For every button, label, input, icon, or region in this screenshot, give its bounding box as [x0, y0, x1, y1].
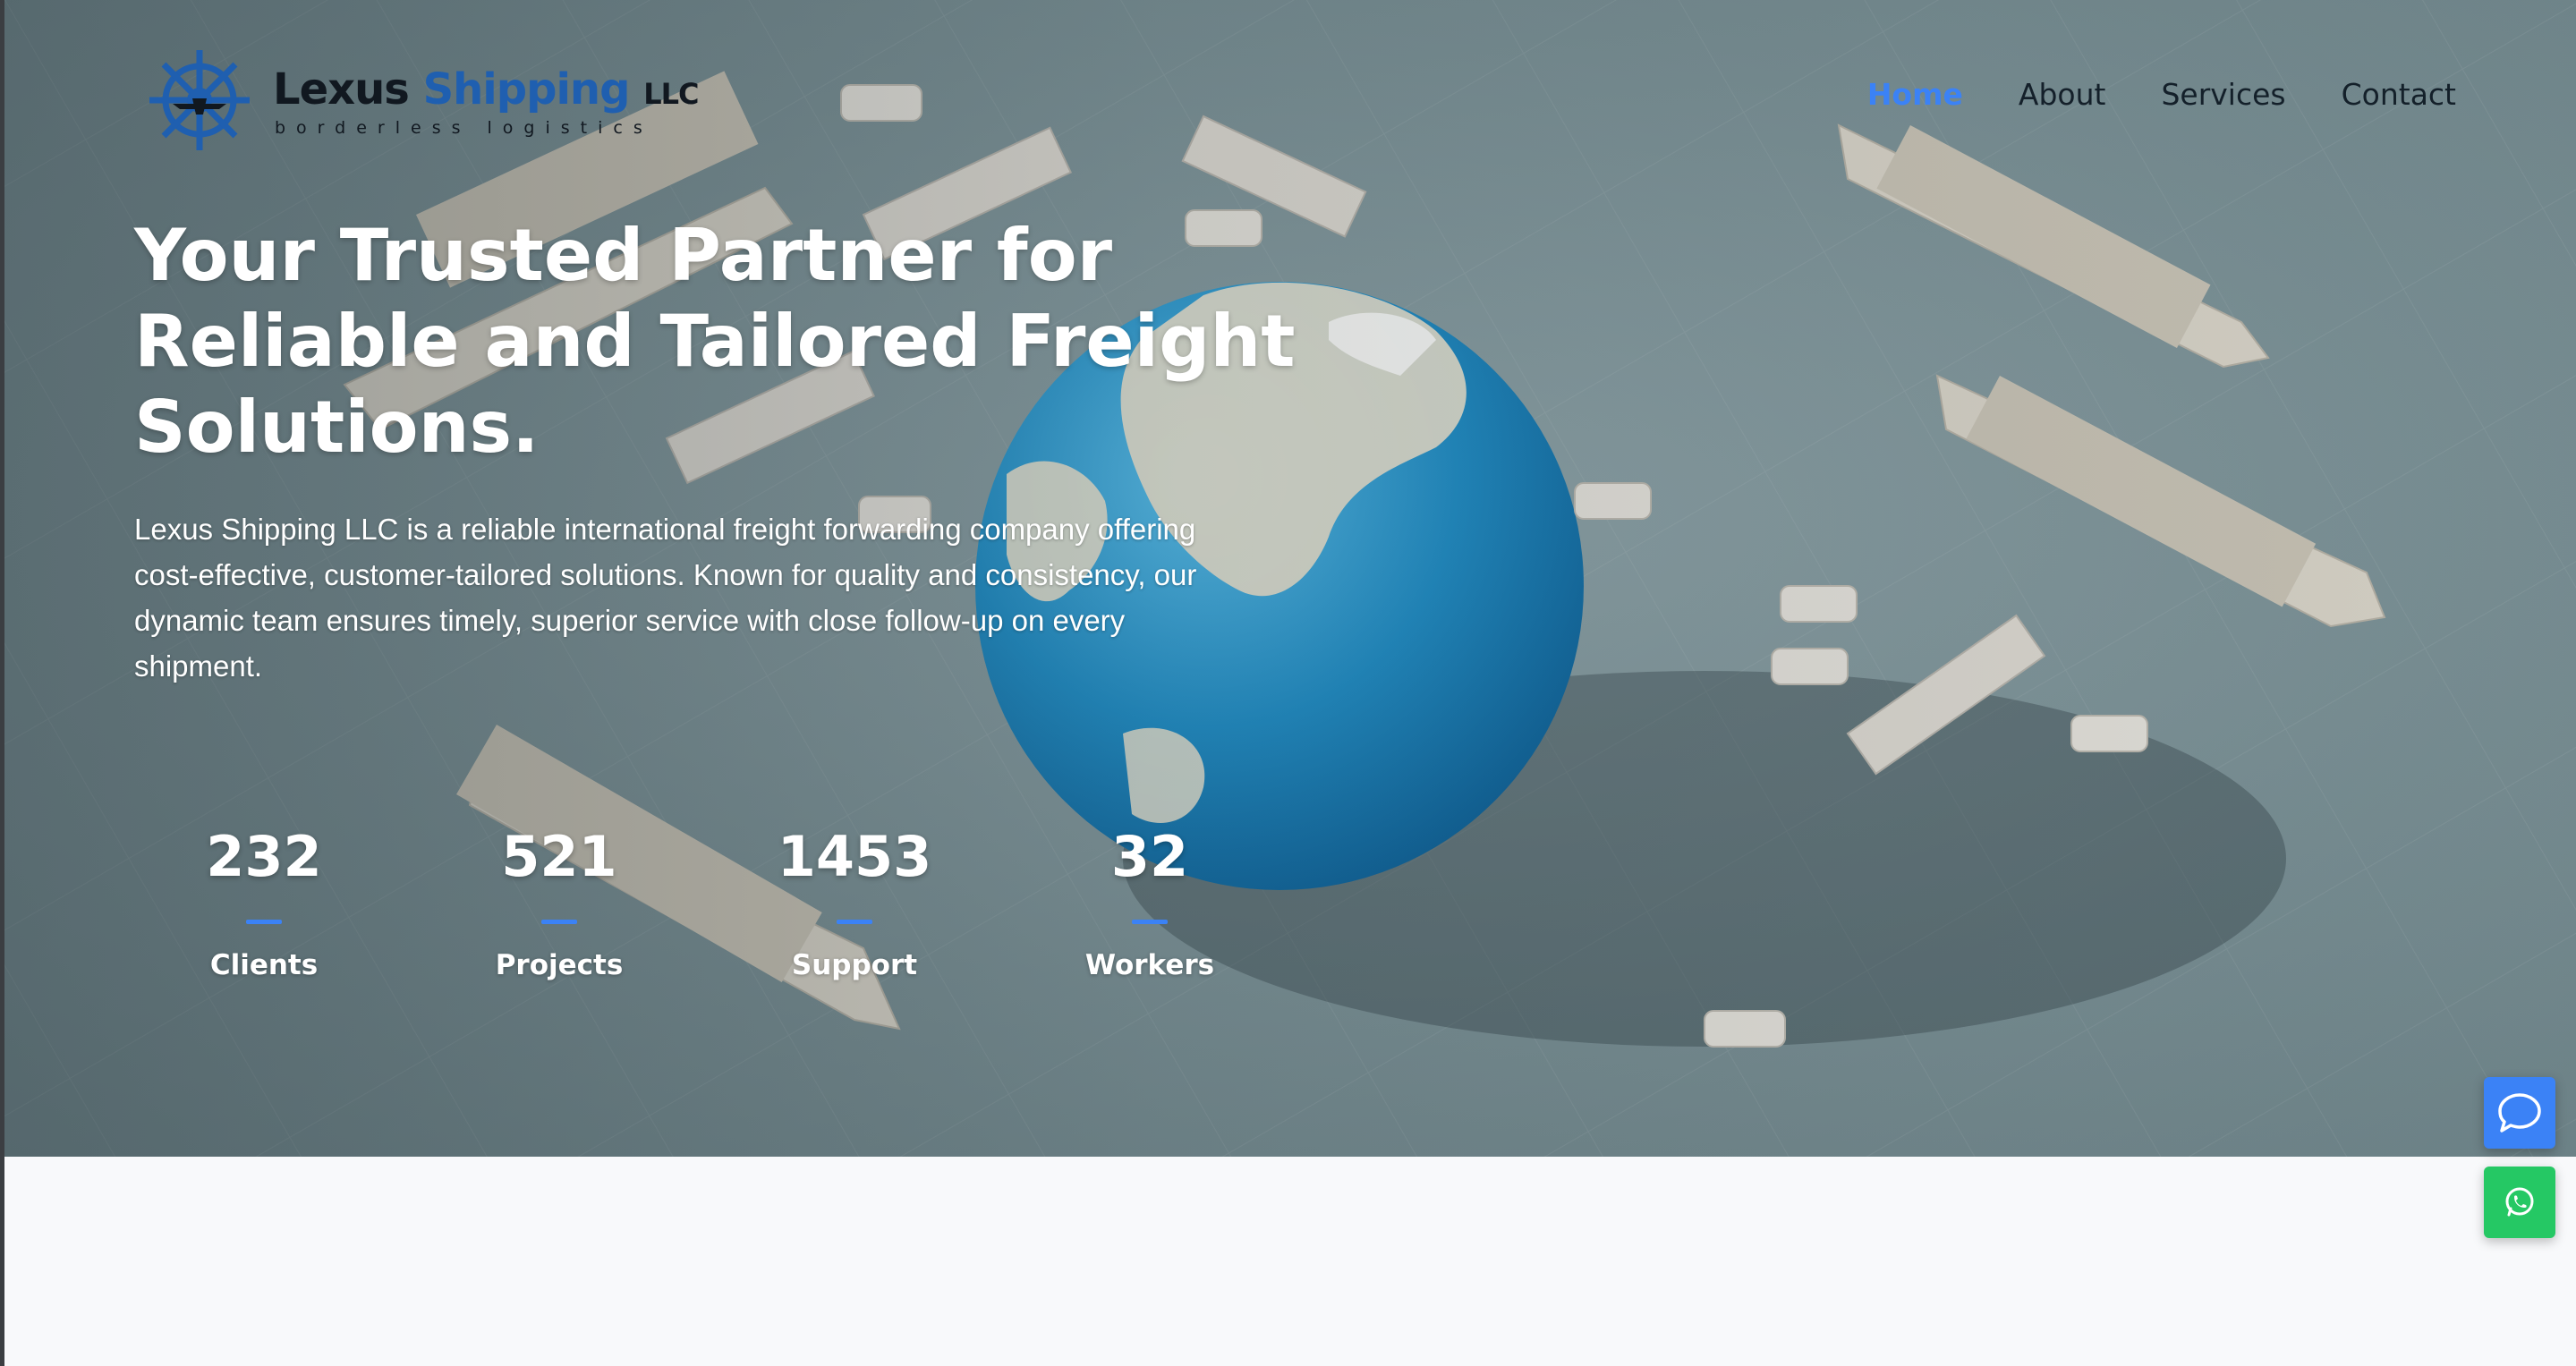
content-section — [4, 1157, 2576, 1366]
whatsapp-icon — [2505, 1187, 2534, 1217]
stat-divider — [1132, 920, 1168, 924]
stat-label: Clients — [209, 949, 319, 981]
brand-logo[interactable]: Lexus Shipping LLC borderless logistics — [137, 45, 699, 154]
stat-divider — [246, 920, 282, 924]
stat-projects: 521 Projects — [452, 821, 667, 981]
stat-label: Support — [791, 949, 918, 981]
nav-link-contact[interactable]: Contact — [2342, 77, 2456, 112]
nav-link-home[interactable]: Home — [1867, 77, 1963, 112]
stat-support: 1453 Support — [747, 821, 962, 981]
main-nav: Home About Services Contact — [1867, 77, 2456, 112]
stat-value: 521 — [501, 824, 617, 889]
nav-link-services[interactable]: Services — [2161, 77, 2285, 112]
chat-button[interactable] — [2484, 1077, 2555, 1149]
brand-name-suffix: LLC — [643, 77, 699, 111]
stat-value: 32 — [1110, 824, 1189, 889]
stat-divider — [837, 920, 872, 924]
hero-section: Lexus Shipping LLC borderless logistics … — [4, 0, 2576, 1157]
ship-wheel-icon — [149, 50, 250, 150]
browser-viewport: Lexus Shipping LLC borderless logistics … — [4, 0, 2576, 1366]
stat-label: Workers — [1084, 949, 1215, 981]
stat-value: 232 — [206, 824, 322, 889]
stat-clients: 232 Clients — [157, 821, 371, 981]
hero-headline: Your Trusted Partner for Reliable and Ta… — [134, 214, 1296, 469]
brand-name: Lexus Shipping LLC — [273, 64, 699, 115]
whatsapp-button[interactable] — [2484, 1167, 2555, 1238]
stat-value: 1453 — [777, 824, 932, 889]
brand-tagline: borderless logistics — [275, 118, 653, 138]
stat-divider — [541, 920, 577, 924]
hero-description: Lexus Shipping LLC is a reliable interna… — [134, 513, 1197, 683]
stat-label: Projects — [495, 949, 624, 981]
brand-name-accent: Shipping — [422, 64, 631, 115]
brand-name-main: Lexus — [273, 64, 423, 115]
nav-link-about[interactable]: About — [2019, 77, 2106, 112]
stat-workers: 32 Workers — [1042, 821, 1257, 981]
chat-bubble-icon — [2498, 1093, 2541, 1133]
